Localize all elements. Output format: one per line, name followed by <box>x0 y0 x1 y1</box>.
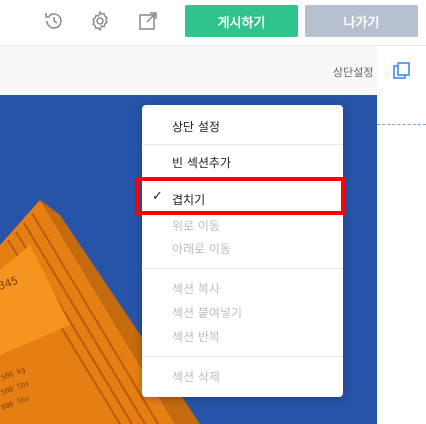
menu-divider <box>142 356 343 357</box>
gear-icon[interactable] <box>88 9 112 33</box>
menu-item-repeat-section[interactable]: 섹션 반복 <box>172 328 220 345</box>
section-guide-line <box>377 124 426 125</box>
menu-item-header-settings[interactable]: 상단 설정 <box>172 118 220 135</box>
external-link-icon[interactable] <box>136 9 160 33</box>
right-gutter <box>377 47 426 424</box>
section-settings-label[interactable]: 상단설정 <box>333 64 373 80</box>
section-header-bar <box>0 47 377 95</box>
menu-item-delete-section[interactable]: 섹션 삭제 <box>172 368 220 385</box>
menu-divider <box>142 144 343 145</box>
exit-button[interactable]: 나가기 <box>305 5 418 37</box>
top-toolbar: 게시하기 나가기 <box>0 0 426 46</box>
menu-item-copy-section[interactable]: 섹션 복사 <box>172 280 220 297</box>
copy-icon[interactable] <box>392 61 412 81</box>
menu-divider <box>142 268 343 269</box>
highlight-box <box>135 177 345 215</box>
menu-item-paste-section[interactable]: 섹션 붙여넣기 <box>172 304 242 321</box>
publish-button[interactable]: 게시하기 <box>185 5 298 37</box>
section-context-menu: 상단 설정 빈 섹션추가 ✓ 겹치기 위로 이동 아래로 이동 섹션 복사 섹션… <box>142 105 343 397</box>
menu-item-move-down[interactable]: 아래로 이동 <box>172 240 231 257</box>
menu-item-move-up[interactable]: 위로 이동 <box>172 217 220 234</box>
menu-item-add-empty-section[interactable]: 빈 섹션추가 <box>172 154 231 171</box>
history-icon[interactable] <box>42 9 66 33</box>
